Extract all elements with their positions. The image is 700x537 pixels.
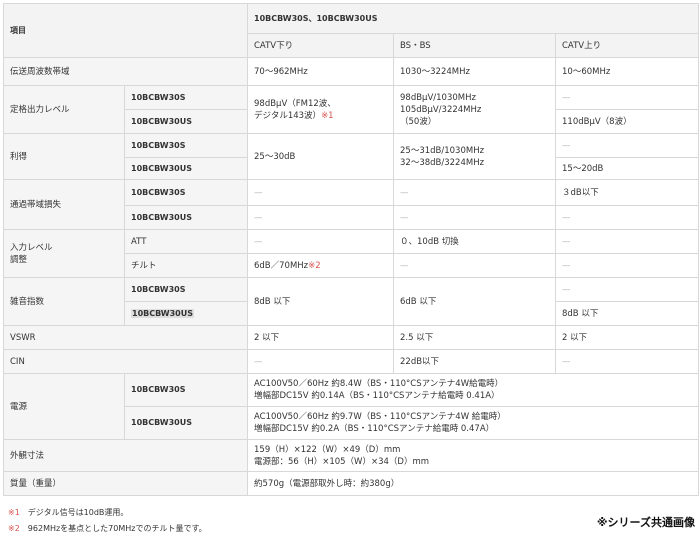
note-ref: ※2 [308, 260, 321, 271]
power-us: AC100V50／60Hz 約9.7W（BS・110°CSアンテナ4W 給電時）… [246, 406, 700, 440]
att-bs: ０、10dB 切換 [393, 229, 556, 254]
series-common-image-label: ※シリーズ共通画像 [596, 516, 695, 529]
model-label: 10BCBW30S [124, 85, 248, 110]
dash-cell: — [554, 85, 700, 110]
tilt-catv-down: 6dB／70MHz※2 [247, 253, 394, 278]
power-s: AC100V50／60Hz 約8.4W（BS・110°CSアンテナ4W給電時） … [246, 373, 700, 407]
row-label-vswr: VSWR [3, 325, 248, 350]
bs-header: BS・BS [393, 33, 556, 58]
gain-bs: 25〜31dB/1030MHz 32〜38dB/3224MHz [393, 133, 556, 180]
output-us-catv-up: 110dBμV（8波） [554, 109, 700, 134]
dash-cell: — [554, 133, 700, 158]
output-bs: 98dBμV/1030MHz 105dBμV/3224MHz （50波） [393, 85, 556, 134]
band-bs: 1030〜3224MHz [393, 57, 556, 86]
item-header: 項目 [3, 3, 248, 58]
spec-table: 項目 10BCBW30S、10BCBW30US CATV下り BS・BS CAT… [3, 3, 700, 496]
model-label: 10BCBW30S [124, 179, 248, 206]
att-label: ATT [124, 229, 248, 254]
gain-us-catv-up: 15〜20dB [554, 157, 700, 180]
dash-cell: — [393, 205, 556, 230]
row-label-size: 外観寸法 [3, 439, 248, 472]
row-label-weight: 質量（重量） [3, 471, 248, 496]
model-label: 10BCBW30US [124, 109, 248, 134]
row-label-power: 電源 [3, 373, 125, 440]
dash-cell: — [247, 179, 394, 206]
model-label: 10BCBW30S [124, 277, 248, 302]
row-label-loss: 通過帯域損失 [3, 179, 125, 230]
noise-us-catv-up: 8dB 以下 [554, 301, 700, 326]
output-catv-down: 98dBμV（FM12波、 デジタル143波）※1 [247, 85, 394, 134]
dash-cell: — [554, 349, 700, 374]
model-label: 10BCBW30US [124, 301, 248, 326]
catv-down-header: CATV下り [247, 33, 394, 58]
model-label: 10BCBW30S [124, 133, 248, 158]
dash-cell: — [393, 253, 556, 278]
dash-cell: — [554, 253, 700, 278]
dash-cell: — [247, 229, 394, 254]
vswr-bs: 2.5 以下 [393, 325, 556, 350]
model-label: 10BCBW30S [124, 373, 248, 407]
dash-cell: — [554, 277, 700, 302]
dash-cell: — [247, 205, 394, 230]
row-label-cin: CIN [3, 349, 248, 374]
loss-s-catv-up: ３dB以下 [554, 179, 700, 206]
size-value: 159（H）×122（W）×49（D）mm 電源部：56（H）×105（W）×3… [246, 439, 700, 472]
row-label-band: 伝送周波数帯域 [3, 57, 248, 86]
row-label-noise: 雑音指数 [3, 277, 125, 326]
vswr-catv-down: 2 以下 [247, 325, 394, 350]
catv-up-header: CATV上り [554, 33, 700, 58]
dash-cell: — [554, 205, 700, 230]
noise-catv-down: 8dB 以下 [247, 277, 394, 326]
tilt-label: チルト [124, 253, 248, 278]
row-label-gain: 利得 [3, 133, 125, 180]
band-catv-down: 70〜962MHz [247, 57, 394, 86]
cin-bs: 22dB以下 [393, 349, 556, 374]
footnotes: ※1 デジタル信号は10dB運用。 ※2 962MHzを基点とした70MHzでのチル… [8, 505, 207, 537]
dash-cell: — [247, 349, 394, 374]
gain-catv-down: 25〜30dB [247, 133, 394, 180]
row-label-input: 入力レベル 調整 [3, 229, 125, 278]
dash-cell: — [554, 229, 700, 254]
row-label-output: 定格出力レベル [3, 85, 125, 134]
vswr-catv-up: 2 以下 [554, 325, 700, 350]
noise-bs: 6dB 以下 [393, 277, 556, 326]
models-header: 10BCBW30S、10BCBW30US [246, 3, 700, 34]
model-label: 10BCBW30US [124, 406, 248, 440]
model-label: 10BCBW30US [124, 205, 248, 230]
model-label: 10BCBW30US [124, 157, 248, 180]
footnote: ※1 デジタル信号は10dB運用。 [8, 508, 129, 517]
dash-cell: — [393, 179, 556, 206]
note-ref: ※1 [321, 110, 334, 121]
band-catv-up: 10〜60MHz [554, 57, 700, 86]
weight-value: 約570g（電源部取外し時：約380g） [246, 471, 700, 496]
footnote: ※2 962MHzを基点とした70MHzでのチルト量です。 [8, 524, 207, 533]
